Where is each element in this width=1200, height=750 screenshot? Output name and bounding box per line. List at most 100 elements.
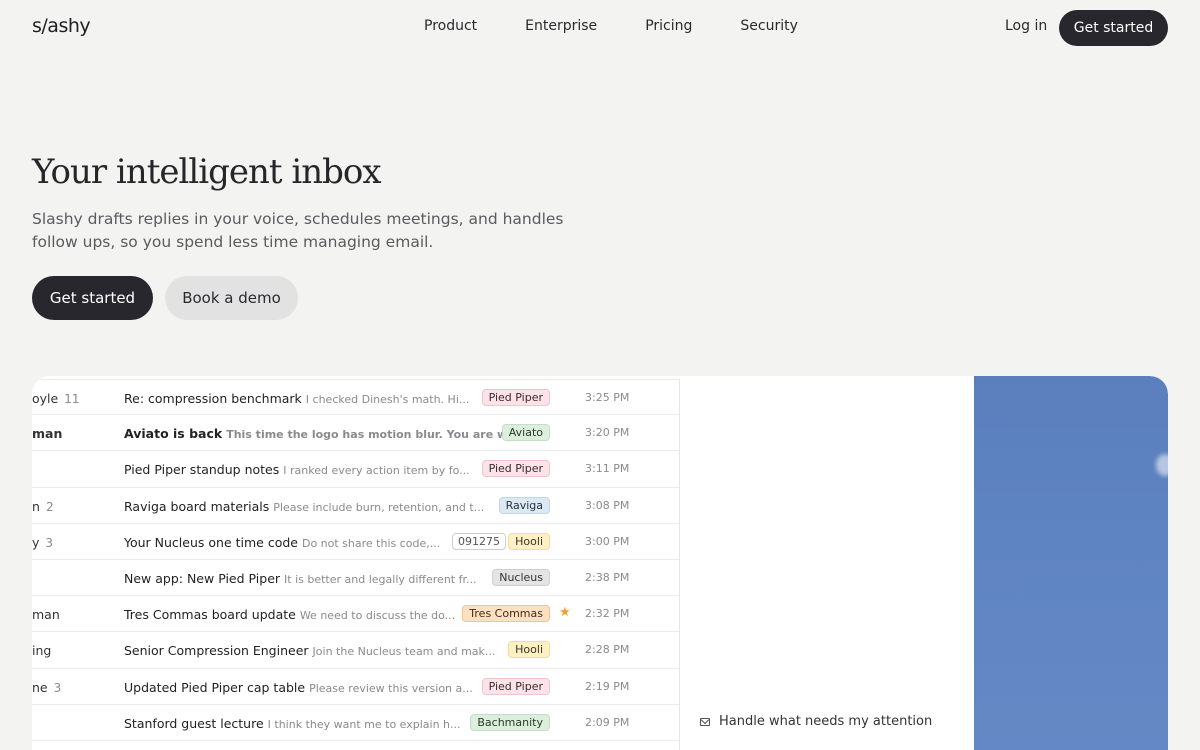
thread-count: 3: [53, 680, 62, 695]
cloud: [1156, 454, 1168, 476]
email-list: oyle 11 Re: compression benchmark I checked…: [32, 379, 680, 750]
nav-link-product[interactable]: Product: [424, 18, 477, 34]
email-row[interactable]: man Aviato is back This time the logo has …: [32, 415, 679, 452]
subject-text: New app: New Pied Piper: [124, 570, 281, 586]
email-subject: Raviga board materials Please include bur…: [124, 499, 484, 514]
sender-name: man: [32, 607, 60, 623]
top-nav: s/ashy Product Enterprise Pricing Securi…: [0, 0, 1200, 56]
subject-text: Stanford guest lecture: [124, 715, 264, 731]
email-preview: Join the Nucleus team and mak...: [312, 645, 496, 659]
email-sender: n2: [32, 499, 112, 514]
email-preview: This time the logo has motion blur. You …: [226, 428, 519, 442]
sender-name: man: [32, 426, 63, 442]
email-subject: Senior Compression Engineer Join the Nucl…: [124, 643, 495, 658]
email-row[interactable]: y 3 Your Nucleus one time code Do not share…: [32, 524, 679, 560]
email-row[interactable]: man Tres Commas board update We need to di…: [32, 596, 679, 633]
email-time: 2:38 PM: [585, 570, 630, 584]
email-subject: Updated Pied Piper cap table Please revie…: [124, 680, 473, 695]
book-demo-button[interactable]: Book a demo: [165, 276, 298, 320]
login-link[interactable]: Log in: [1005, 18, 1047, 34]
email-subject: Your Nucleus one time code Do not share t…: [124, 535, 440, 550]
nav-links: Product Enterprise Pricing Security: [400, 18, 822, 34]
mail-icon: [700, 717, 710, 726]
email-subject: New app: New Pied Piper It is better and …: [124, 571, 476, 586]
sender-name: ing: [32, 643, 52, 659]
hero-subtitle: Slashy drafts replies in your voice, sch…: [32, 210, 564, 251]
subject-text: Senior Compression Engineer: [124, 643, 309, 659]
email-subject: Aviato is back This time the logo has mot…: [124, 426, 519, 441]
sky-image: [974, 376, 1168, 750]
sender-name: n: [32, 498, 40, 514]
subject-text: Re: compression benchmark: [124, 391, 302, 406]
nav-link-enterprise[interactable]: Enterprise: [525, 18, 597, 34]
email-preview: Please review this version a...: [309, 681, 473, 695]
email-sender: ing: [32, 643, 112, 658]
email-subject: Pied Piper standup notes I ranked every a…: [124, 462, 470, 477]
subject-text: Pied Piper standup notes: [124, 462, 280, 478]
nav-link-pricing[interactable]: Pricing: [645, 18, 692, 34]
email-time: 3:00 PM: [585, 534, 630, 548]
email-subject: Re: compression benchmark I checked Dines…: [124, 391, 469, 406]
email-row[interactable]: New app: New Pied Piper It is better and …: [32, 560, 679, 597]
email-preview: Please include burn, retention, and t...: [273, 500, 485, 514]
thread-count: 2: [45, 499, 54, 514]
email-preview: It is better and legally different fr...: [284, 572, 477, 586]
email-preview: I think they want me to explain h...: [267, 717, 461, 731]
label-tag[interactable]: Tres Commas: [462, 605, 550, 623]
get-started-nav-button[interactable]: Get started: [1059, 10, 1168, 46]
email-time: 2:19 PM: [585, 679, 630, 693]
get-started-button[interactable]: Get started: [32, 276, 153, 320]
subject-text: Raviga board materials: [124, 498, 270, 514]
email-row[interactable]: ing Senior Compression Engineer Join the N…: [32, 632, 679, 669]
hero-title: Your intelligent inbox: [32, 152, 382, 192]
subject-text: Tres Commas board update: [124, 607, 296, 623]
label-tag[interactable]: Aviato: [501, 424, 550, 442]
email-row[interactable]: ne 3 Updated Pied Piper cap table Please re…: [32, 669, 679, 705]
email-sender: y3: [32, 535, 112, 550]
sender-name: ne: [32, 679, 48, 695]
email-row[interactable]: Pied Piper standup notes I ranked every a…: [32, 451, 679, 488]
email-time: 3:11 PM: [585, 462, 630, 476]
email-sender: man: [32, 607, 112, 622]
email-subject: Stanford guest lecture I think they want …: [124, 716, 461, 731]
label-tag[interactable]: Pied Piper: [481, 389, 550, 406]
inbox-preview: oyle 11 Re: compression benchmark I checked…: [32, 376, 1168, 750]
email-sender: man: [32, 426, 112, 441]
email-row[interactable]: oyle 11 Re: compression benchmark I checked…: [32, 379, 679, 416]
email-preview: Do not share this code,...: [301, 536, 441, 550]
label-tag[interactable]: Bachmanity: [470, 713, 550, 731]
email-sender: oyle 11: [32, 391, 112, 406]
label-tag[interactable]: Hooli: [508, 641, 550, 659]
thread-count: 3: [45, 535, 54, 550]
email-row[interactable]: Stanford guest lecture I think they want …: [32, 705, 679, 741]
label-tag[interactable]: Pied Piper: [481, 677, 550, 695]
email-time: 3:08 PM: [585, 498, 630, 512]
email-preview: I checked Dinesh's math. Hi...: [305, 393, 470, 406]
attention-label: Handle what needs my attention: [719, 714, 933, 729]
email-time: 3:25 PM: [585, 391, 630, 404]
email-time: 2:28 PM: [585, 643, 630, 657]
label-tag[interactable]: Raviga: [498, 496, 550, 514]
email-preview: I ranked every action item by fo...: [283, 464, 470, 478]
label-tag[interactable]: Pied Piper: [481, 460, 550, 478]
nav-link-security[interactable]: Security: [740, 18, 798, 34]
label-tag[interactable]: Hooli: [508, 532, 550, 550]
email-row[interactable]: n 2 Raviga board materials Please include b…: [32, 488, 679, 524]
email-time: 2:32 PM: [585, 607, 630, 621]
sender-name: y: [32, 534, 40, 550]
subject-text: Aviato is back: [124, 426, 223, 442]
subject-text: Updated Pied Piper cap table: [124, 679, 306, 695]
logo[interactable]: s/ashy: [32, 15, 91, 37]
email-time: 2:09 PM: [585, 715, 630, 729]
email-time: 3:20 PM: [585, 426, 630, 440]
email-subject: Tres Commas board update We need to discu…: [124, 607, 455, 622]
thread-count: 11: [64, 392, 80, 406]
subject-text: Your Nucleus one time code: [124, 534, 298, 550]
label-tag[interactable]: Nucleus: [492, 568, 550, 586]
star-icon[interactable]: ★: [559, 605, 571, 620]
email-sender: ne 3: [32, 680, 112, 695]
sender-name: oyle: [32, 391, 59, 406]
email-preview: We need to discuss the do...: [299, 609, 456, 623]
attention-item[interactable]: Handle what needs my attention: [700, 714, 932, 729]
otp-code-chip[interactable]: 091275: [452, 532, 506, 550]
